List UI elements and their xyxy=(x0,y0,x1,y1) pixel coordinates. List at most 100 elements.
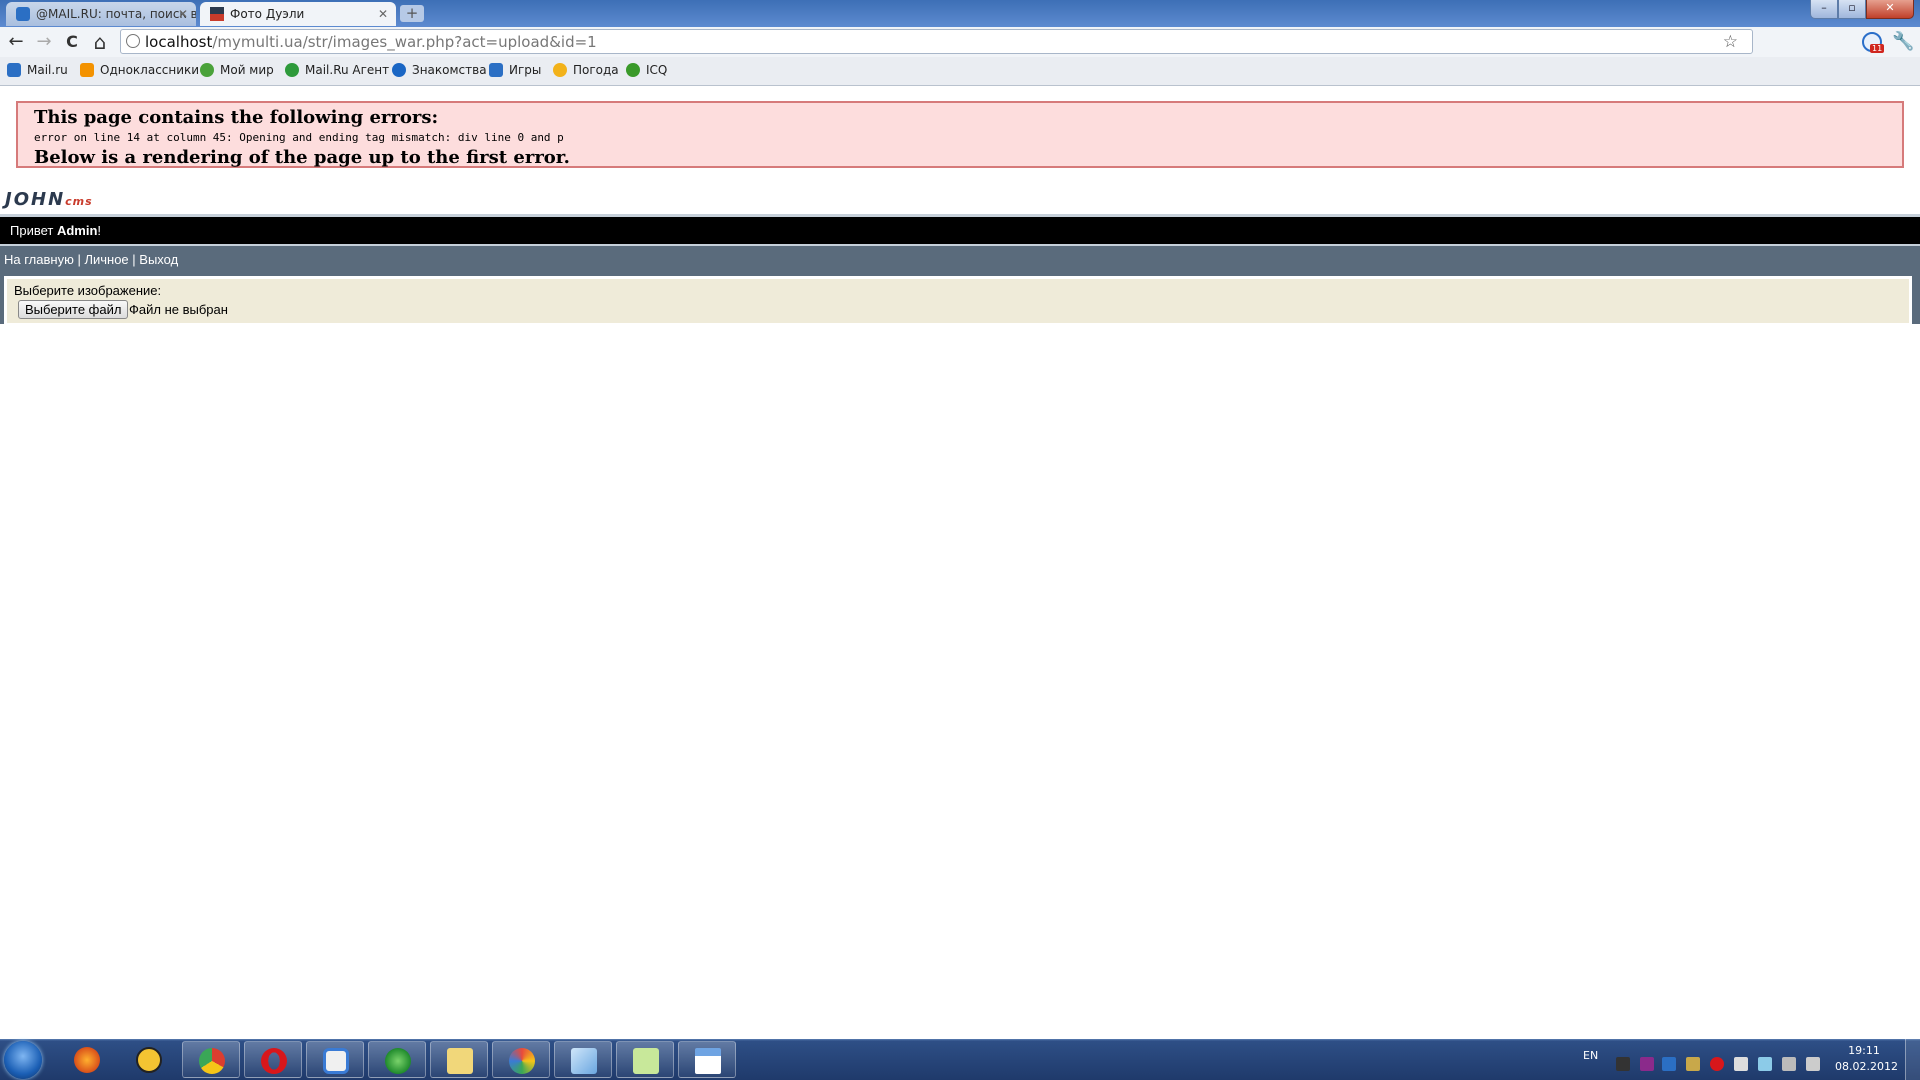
odnoklassniki-icon xyxy=(80,63,94,77)
back-icon[interactable]: ← xyxy=(4,30,28,54)
taskbar-opera[interactable] xyxy=(244,1041,302,1078)
start-button[interactable] xyxy=(4,1041,42,1079)
page-info-icon[interactable] xyxy=(126,34,140,48)
bookmark-label: Мой мир xyxy=(220,63,274,77)
taskbar-explorer[interactable] xyxy=(430,1041,488,1078)
reload-icon[interactable]: C xyxy=(60,30,84,54)
notepad-icon xyxy=(571,1048,597,1074)
taskbar-files[interactable] xyxy=(306,1041,364,1078)
tab-title: Фото Дуэли xyxy=(230,7,305,21)
clock-time: 19:11 xyxy=(1848,1044,1880,1057)
tray-agent-icon[interactable] xyxy=(1616,1057,1630,1071)
file-status: Файл не выбран xyxy=(129,302,228,317)
taskbar-notepad[interactable] xyxy=(554,1041,612,1078)
clock-date: 08.02.2012 xyxy=(1835,1060,1898,1073)
bookmark-label: Знакомства xyxy=(412,63,487,77)
opera-icon xyxy=(261,1048,287,1074)
taskbar-chrome[interactable] xyxy=(182,1041,240,1078)
language-indicator[interactable]: EN xyxy=(1583,1049,1598,1062)
paint-icon xyxy=(509,1048,535,1074)
greeting-bar: Привет Admin! xyxy=(0,214,1920,246)
bookmark-dating[interactable]: Знакомства xyxy=(392,63,487,77)
taskbar-paint[interactable] xyxy=(492,1041,550,1078)
taskbar-ie[interactable] xyxy=(368,1041,426,1078)
mailru-icon xyxy=(16,7,30,21)
extension-badge: 11 xyxy=(1870,44,1885,53)
bookmark-label: Погода xyxy=(573,63,619,77)
tray-volume-icon[interactable] xyxy=(1806,1057,1820,1071)
home-icon[interactable]: ⌂ xyxy=(88,30,112,54)
bookmark-star-icon[interactable]: ☆ xyxy=(1723,32,1738,52)
taskbar-firefox[interactable] xyxy=(58,1041,116,1078)
logo-cms: cms xyxy=(65,195,93,208)
tab-photo-duels[interactable]: Фото Дуэли ✕ xyxy=(200,2,396,26)
tray-gear-icon[interactable] xyxy=(1686,1057,1700,1071)
menu-separator: | xyxy=(128,252,140,267)
window-controls: – ▫ ✕ xyxy=(1810,0,1914,19)
greeting-suffix: ! xyxy=(97,223,102,238)
greeting-text: Привет Admin! xyxy=(0,223,101,238)
menu-home-link[interactable]: На главную xyxy=(4,252,74,267)
tab-strip: @MAIL.RU: почта, поиск в ✕ Фото Дуэли ✕ … xyxy=(0,0,1920,27)
maximize-button[interactable]: ▫ xyxy=(1838,0,1866,19)
bookmark-label: Mail.ru xyxy=(27,63,68,77)
icq-icon xyxy=(626,63,640,77)
address-host: localhost xyxy=(145,33,213,51)
choose-file-button[interactable]: Выберите файл xyxy=(18,300,129,319)
bookmark-agent[interactable]: Mail.Ru Агент xyxy=(285,63,389,77)
bookmark-odnoklassniki[interactable]: Одноклассники xyxy=(80,63,199,77)
bookmark-label: Одноклассники xyxy=(100,63,200,77)
tray-clock[interactable]: 19:11 08.02.2012 xyxy=(1835,1043,1898,1075)
show-desktop-button[interactable] xyxy=(1905,1039,1920,1080)
taskbar-atom[interactable] xyxy=(120,1041,178,1078)
close-tab-icon[interactable]: ✕ xyxy=(378,2,388,26)
new-tab-button[interactable]: + xyxy=(400,5,424,22)
wrench-menu-icon[interactable]: 🔧 xyxy=(1892,31,1914,52)
mailru-icon xyxy=(7,63,21,77)
atom-icon xyxy=(136,1047,162,1073)
firefox-icon xyxy=(74,1047,100,1073)
windows-taskbar xyxy=(0,1039,1920,1080)
tab-title: @MAIL.RU: почта, поиск в xyxy=(36,7,196,21)
taskbar-editor[interactable] xyxy=(616,1041,674,1078)
page-viewport: This page contains the following errors:… xyxy=(0,86,1920,1039)
window-icon xyxy=(695,1048,721,1074)
tray-flag-icon[interactable] xyxy=(1734,1057,1748,1071)
bookmark-weather[interactable]: Погода xyxy=(553,63,619,77)
dating-icon xyxy=(392,63,406,77)
agent-icon xyxy=(285,63,299,77)
bookmark-games[interactable]: Игры xyxy=(489,63,541,77)
tray-pen-icon[interactable] xyxy=(1640,1057,1654,1071)
taskbar-window[interactable] xyxy=(678,1041,736,1078)
minimize-button[interactable]: – xyxy=(1810,0,1838,19)
johncms-favicon xyxy=(210,7,224,21)
bookmark-icq[interactable]: ICQ xyxy=(626,63,667,77)
bookmark-mailru[interactable]: Mail.ru xyxy=(7,63,68,77)
error-message: error on line 14 at column 45: Opening a… xyxy=(34,131,564,144)
close-window-button[interactable]: ✕ xyxy=(1866,0,1914,19)
menu-logout-link[interactable]: Выход xyxy=(139,252,178,267)
error-footer: Below is a rendering of the page up to t… xyxy=(34,147,570,168)
menu-personal-link[interactable]: Личное xyxy=(84,252,128,267)
greeting-username: Admin xyxy=(56,223,98,238)
tray-opera-icon[interactable] xyxy=(1710,1057,1724,1071)
tab-mailru[interactable]: @MAIL.RU: почта, поиск в ✕ xyxy=(6,2,196,26)
error-heading: This page contains the following errors: xyxy=(34,107,439,128)
upload-form-wrapper: Выберите изображение: Выберите файл Файл… xyxy=(0,274,1920,326)
address-path: /mymulti.ua/str/images_war.php?act=uploa… xyxy=(212,33,597,51)
bookmarks-bar: Mail.ru Одноклассники Мой мир Mail.Ru Аг… xyxy=(0,57,1920,86)
bookmark-moymir[interactable]: Мой мир xyxy=(200,63,274,77)
tray-network-icon[interactable] xyxy=(1782,1057,1796,1071)
upload-form: Выберите изображение: Выберите файл Файл… xyxy=(4,276,1912,326)
menu-separator: | xyxy=(73,252,85,267)
address-bar[interactable]: localhost/mymulti.ua/str/images_war.php?… xyxy=(120,29,1753,54)
tray-b-icon[interactable] xyxy=(1662,1057,1676,1071)
folder-icon xyxy=(447,1048,473,1074)
file-manager-icon xyxy=(323,1048,349,1074)
close-tab-icon[interactable]: ✕ xyxy=(178,2,188,26)
games-icon xyxy=(489,63,503,77)
xml-error-box: This page contains the following errors:… xyxy=(16,101,1904,168)
tray-pen2-icon[interactable] xyxy=(1758,1057,1772,1071)
forward-icon[interactable]: → xyxy=(32,30,56,54)
johncms-logo[interactable]: JOHNcms xyxy=(5,189,93,210)
